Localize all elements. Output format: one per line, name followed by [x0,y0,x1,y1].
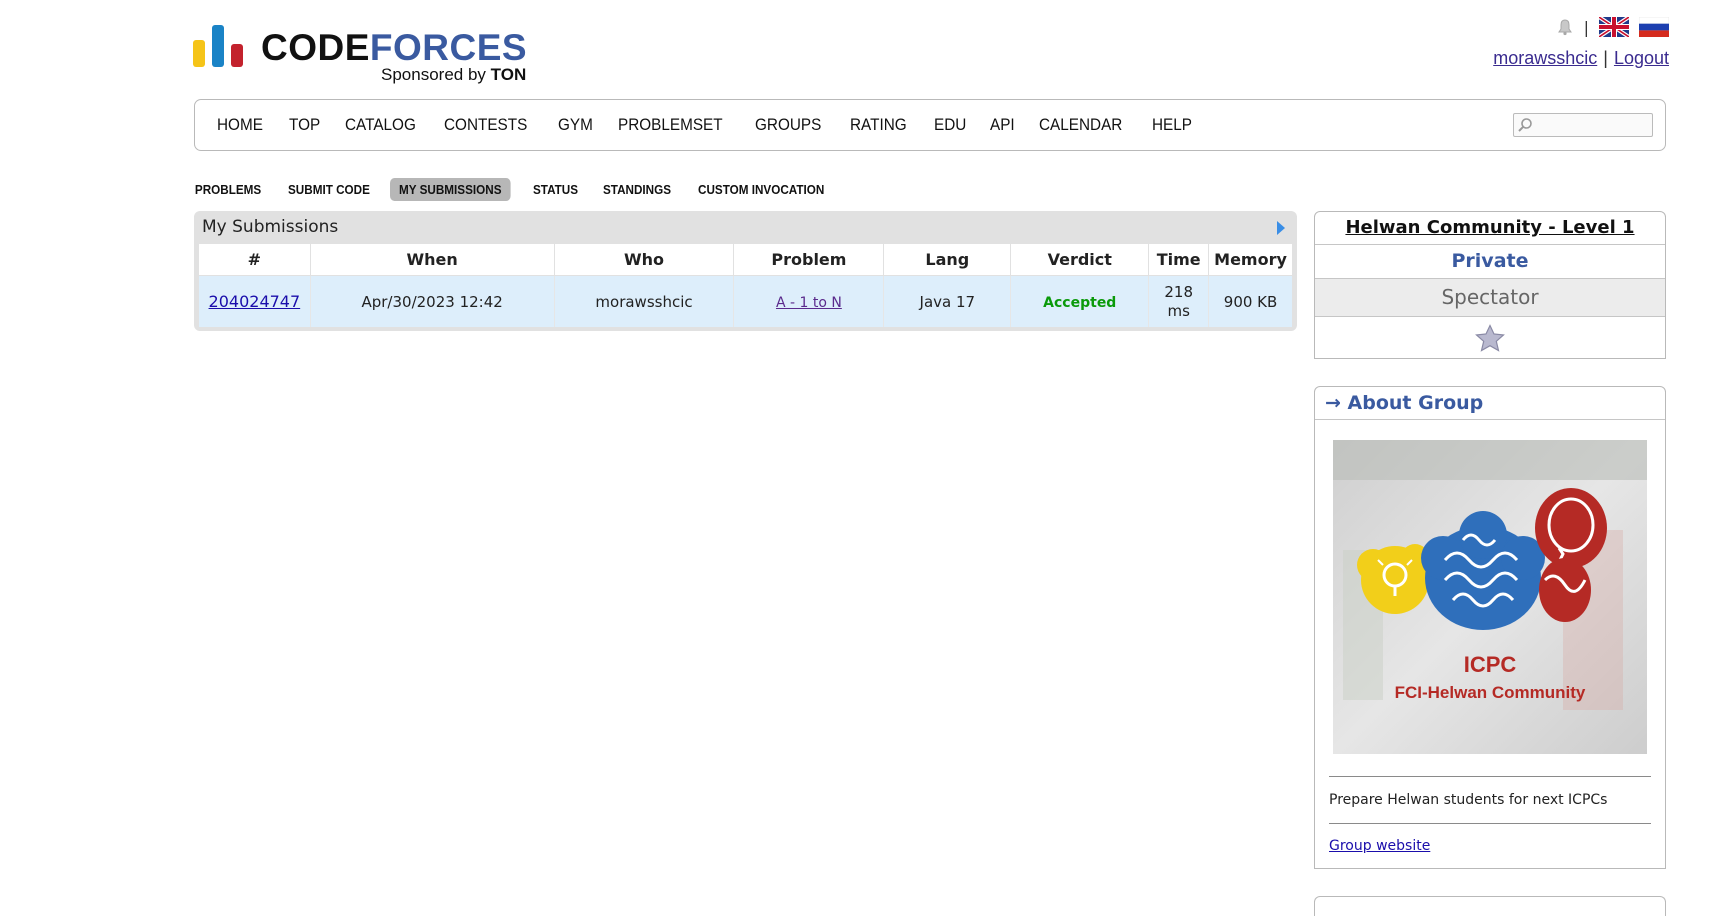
logo-caption-community: FCI-Helwan Community [1395,683,1586,702]
divider [1329,776,1651,777]
arrow-right-icon[interactable] [1275,219,1287,237]
col-when-header: When [310,244,555,276]
logo-sponsor: Sponsored by TON [381,65,527,84]
separator: | [1583,17,1589,37]
logo-bars-icon [193,25,245,67]
my-submissions-panel: My Submissions # When Who Problem Lang V… [194,211,1297,331]
favourite-star-cell [1315,317,1665,358]
menu-contests[interactable]: CONTESTS [444,115,527,135]
submissions-table: # When Who Problem Lang Verdict Time Mem… [199,244,1292,327]
second-level-menu: PROBLEMS SUBMIT CODE MY SUBMISSIONS STAT… [194,178,850,201]
menu-help[interactable]: HELP [1152,115,1192,135]
group-logo-image: ICPC FCI-Helwan Community [1333,440,1647,754]
menu-rating[interactable]: RATING [850,115,907,135]
logout-link[interactable]: Logout [1614,48,1669,68]
username-link[interactable]: morawsshcic [1493,48,1597,68]
user-area: | morawsshcic | Logout [1493,14,1669,69]
group-role: Spectator [1315,279,1665,317]
tab-custom-invocation[interactable]: CUSTOM INVOCATION [689,178,833,201]
verdict-badge: Accepted [1043,294,1117,311]
sidebar-next-box [1314,896,1666,916]
submission-author-cell: morawsshcic [554,275,735,327]
english-flag-icon[interactable] [1599,17,1629,37]
logo-wordmark: CODEFORCES [261,27,528,68]
tab-standings[interactable]: STANDINGS [594,178,680,201]
search-icon [1518,118,1532,132]
logo-caption-icpc: ICPC [1464,652,1517,677]
about-group-box: → About Group ICPC FCI-Helwan Community … [1314,386,1666,869]
tab-status[interactable]: STATUS [524,178,587,201]
group-info-box: Helwan Community - Level 1 Private Spect… [1314,211,1666,359]
search-input[interactable] [1513,113,1653,137]
col-lang-header: Lang [883,244,1012,276]
group-title-link[interactable]: Helwan Community - Level 1 [1315,212,1665,245]
menu-catalog[interactable]: CATALOG [345,115,416,135]
about-group-title: → About Group [1315,387,1665,420]
submission-problem-cell: A - 1 to N [733,275,885,327]
table-header-row: # When Who Problem Lang Verdict Time Mem… [199,244,1292,276]
group-privacy: Private [1315,245,1665,279]
separator: | [1603,48,1608,68]
menu-api[interactable]: API [990,115,1015,135]
submission-id-cell: 204024747 [199,275,311,327]
col-who-header: Who [554,244,735,276]
time-value: 218 [1164,282,1194,301]
menu-calendar[interactable]: CALENDAR [1039,115,1122,135]
col-id-header: # [199,244,311,276]
russian-flag-icon[interactable] [1639,17,1669,37]
col-time-header: Time [1148,244,1210,276]
submission-lang: Java 17 [883,275,1012,327]
menu-top[interactable]: TOP [289,115,320,135]
menu-problemset[interactable]: PROBLEMSET [618,115,723,135]
submission-verdict-cell: Accepted [1010,275,1150,327]
menu-groups[interactable]: GROUPS [755,115,821,135]
submission-when: Apr/30/2023 12:42 [310,275,555,327]
submission-author[interactable]: morawsshcic [595,293,692,311]
divider [1329,823,1651,824]
problem-link[interactable]: A - 1 to N [776,295,842,311]
star-icon[interactable] [1475,323,1505,352]
tab-my-submissions[interactable]: MY SUBMISSIONS [389,178,511,201]
col-problem-header: Problem [733,244,885,276]
group-website-link[interactable]: Group website [1329,838,1430,854]
time-unit: ms [1167,301,1190,320]
main-menu: HOME TOP CATALOG CONTESTS GYM PROBLEMSET… [194,99,1666,151]
group-description: Prepare Helwan students for next ICPCs [1329,792,1608,808]
menu-gym[interactable]: GYM [558,115,593,135]
menu-edu[interactable]: EDU [934,115,966,135]
bell-icon[interactable] [1556,18,1574,36]
submission-time: 218 ms [1148,275,1210,327]
tab-problems[interactable]: PROBLEMS [194,178,270,201]
col-memory-header: Memory [1208,244,1292,276]
tab-submit-code[interactable]: SUBMIT CODE [279,178,379,201]
table-row: 204024747 Apr/30/2023 12:42 morawsshcic … [199,275,1292,327]
submission-memory: 900 KB [1208,275,1292,327]
submission-id-link[interactable]: 204024747 [209,292,301,311]
codeforces-logo[interactable]: CODEFORCES Sponsored by TON [193,22,543,88]
panel-title: My Submissions [202,217,339,237]
menu-home[interactable]: HOME [217,115,263,135]
col-verdict-header: Verdict [1010,244,1150,276]
